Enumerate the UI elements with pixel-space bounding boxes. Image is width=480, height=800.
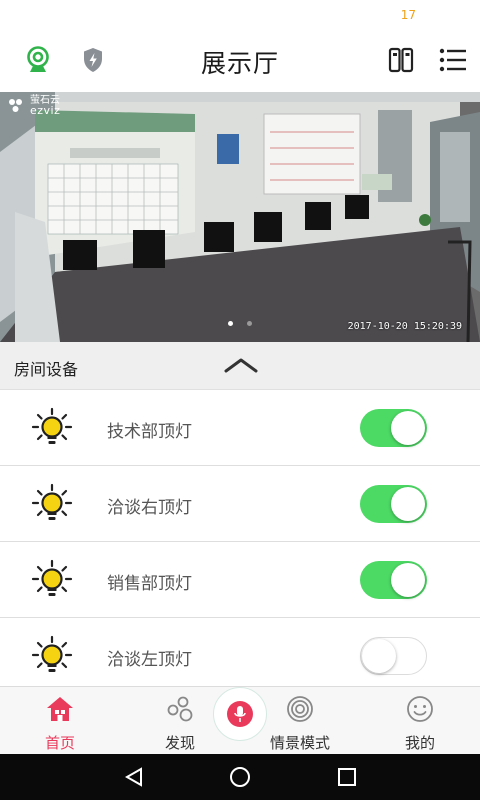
tab-label: 情景模式 (269, 734, 330, 752)
section-label: 房间设备 (14, 360, 79, 379)
device-row[interactable]: 洽谈右顶灯 (0, 466, 480, 542)
device-name: 洽谈右顶灯 (107, 498, 192, 518)
scene-icon (252, 693, 348, 725)
microphone-icon (227, 701, 253, 727)
toggle-knob (391, 563, 425, 597)
carousel-dot[interactable] (228, 321, 234, 326)
device-name: 洽谈左顶灯 (107, 650, 192, 670)
device-power-toggle[interactable] (360, 485, 427, 523)
device-row[interactable]: 洽谈左顶灯 (0, 618, 480, 694)
device-power-toggle[interactable] (360, 409, 427, 447)
tab-label: 首页 (44, 734, 75, 752)
device-row[interactable]: 技术部顶灯 (0, 390, 480, 466)
light-bulb-icon (30, 406, 74, 450)
top-header: 展示厅 (0, 30, 480, 92)
tab-profile[interactable]: 我的 (372, 687, 468, 755)
device-panel-icon[interactable] (386, 44, 416, 76)
chevron-up-icon[interactable] (224, 356, 258, 378)
device-power-toggle[interactable] (360, 637, 427, 675)
ezviz-logo-icon (9, 99, 22, 112)
camera-timestamp: 2017-10-20 15:20:39 (347, 321, 462, 332)
bottom-tab-bar: 首页 发现 情景模式 我的 (0, 686, 480, 754)
device-row[interactable]: 销售部顶灯 (0, 542, 480, 618)
device-power-toggle[interactable] (360, 561, 427, 599)
status-time: 17 (400, 8, 416, 22)
camera-feed[interactable]: 萤石云 ezviz 2017-10-20 15:20:39 (0, 92, 480, 342)
device-name: 销售部顶灯 (107, 574, 192, 594)
device-name: 技术部顶灯 (107, 422, 192, 442)
toggle-knob (391, 411, 425, 445)
profile-icon (372, 693, 468, 725)
back-icon[interactable] (121, 766, 147, 788)
light-bulb-icon (30, 482, 74, 526)
light-bulb-icon (30, 634, 74, 678)
recents-icon[interactable] (334, 766, 360, 788)
carousel-dot[interactable] (246, 321, 252, 326)
system-nav-bar (0, 754, 480, 800)
tab-label: 我的 (404, 734, 435, 752)
tab-label: 发现 (164, 734, 195, 752)
home-icon (12, 693, 108, 725)
toggle-knob (362, 639, 396, 673)
menu-list-icon[interactable] (438, 44, 468, 76)
home-button-icon[interactable] (227, 766, 253, 788)
camera-scene (0, 92, 480, 342)
light-bulb-icon (30, 558, 74, 602)
status-bar: 17 (0, 0, 480, 30)
tab-home[interactable]: 首页 (12, 687, 108, 755)
tab-scene[interactable]: 情景模式 (252, 687, 348, 755)
toggle-knob (391, 487, 425, 521)
camera-brand-logo: 萤石云 ezviz (8, 96, 60, 116)
room-devices-header[interactable]: 房间设备 (0, 342, 480, 390)
